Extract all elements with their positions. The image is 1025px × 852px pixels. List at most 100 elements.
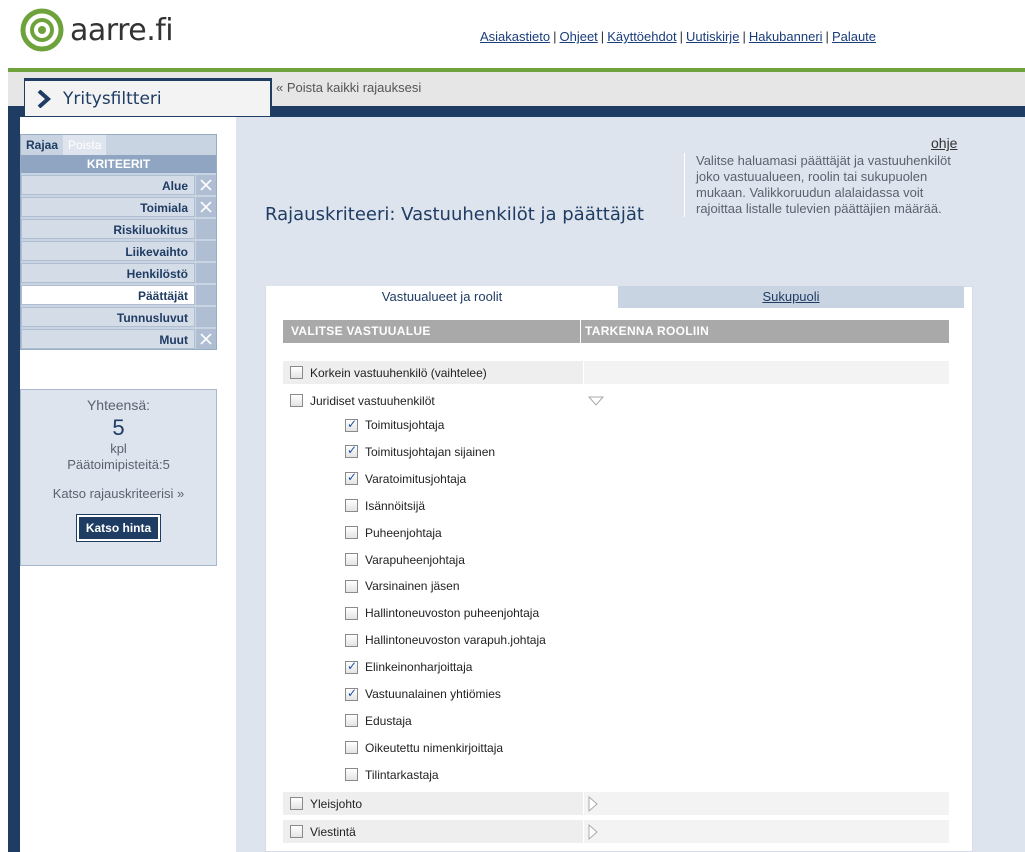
area-row: Korkein vastuuhenkilö (vaihtelee) [283,361,949,384]
area-row: Viestintä [283,820,949,843]
role-row: Isännöitsijä [345,496,425,516]
panel-tabs: Vastuualueet ja roolit Sukupuoli [266,286,964,308]
close-icon[interactable] [196,197,216,217]
sidebar-frame [8,117,20,852]
role-label: Varsinainen jäsen [365,579,460,594]
area-label: Juridiset vastuuhenkilöt [310,393,435,408]
criteria-item[interactable]: Alue [21,173,216,195]
tab-vastuualueet[interactable]: Vastuualueet ja roolit [266,286,618,308]
criteria-item-spacer [196,285,216,305]
link-kayttoehdot[interactable]: Käyttöehdot [607,29,676,44]
area-checkbox[interactable] [290,797,303,810]
role-label: Edustaja [365,713,412,728]
link-asiakastieto[interactable]: Asiakastieto [480,29,550,44]
role-checkbox[interactable] [345,659,358,674]
role-checkbox[interactable] [345,526,358,540]
criteria-item-label[interactable]: Riskiluokitus [21,219,195,239]
role-checkbox[interactable] [345,714,358,728]
criteria-item-spacer [196,263,216,283]
role-row: Elinkeinonharjoittaja [345,657,472,677]
col-role: TARKENNA ROOLIIN [585,324,710,338]
remove-all-filters-link[interactable]: « Poista kaikki rajauksesi [276,80,421,95]
role-checkbox[interactable] [345,499,358,513]
role-label: Hallintoneuvoston puheenjohtaja [365,606,540,621]
role-row: Toimitusjohtaja [345,415,444,435]
criteria-item-label[interactable]: Alue [21,175,195,195]
help-text: Valitse haluamasi päättäjät ja vastuuhen… [684,153,966,217]
help-link[interactable]: ohje [931,135,957,151]
role-label: Toimitusjohtajan sijainen [365,444,496,459]
role-label: Isännöitsijä [365,498,426,513]
hq-count: Päätoimipisteitä:5 [67,457,170,472]
criteria-item[interactable]: Muut [21,327,216,349]
expand-right-icon[interactable] [588,823,598,840]
tab-yritysfiltteri[interactable]: Yritysfiltteri [24,78,272,116]
tab-label: Yritysfiltteri [63,88,162,109]
expand-down-icon[interactable] [588,396,604,406]
role-checkbox[interactable] [345,443,358,459]
role-checkbox[interactable] [345,579,358,593]
role-row: Varapuheenjohtaja [345,550,465,570]
link-palaute[interactable]: Palaute [832,29,876,44]
criteria-item[interactable]: Liikevaihto [21,239,216,261]
criteria-item-label[interactable]: Henkilöstö [21,263,195,283]
criteria-item[interactable]: Riskiluokitus [21,217,216,239]
role-row: Varatoimitusjohtaja [345,469,466,489]
page-title: Rajauskriteeri: Vastuuhenkilöt ja päättä… [265,204,644,225]
role-checkbox[interactable] [345,553,358,566]
role-label: Vastuunalainen yhtiömies [365,687,501,701]
chevron-right-icon [37,89,52,108]
area-row: Juridiset vastuuhenkilöt [283,389,949,412]
criteria-item-label[interactable]: Muut [21,329,195,349]
role-row: Puheenjohtaja [345,523,442,543]
criteria-item-label[interactable]: Toimiala [21,197,195,217]
link-hakubanneri[interactable]: Hakubanneri [749,29,823,44]
area-label: Korkein vastuuhenkilö (vaihtelee) [310,365,487,380]
tab-rajaa[interactable]: Rajaa [21,135,64,155]
site-logo[interactable]: aarre.fi [20,6,174,54]
criteria-item-label[interactable]: Päättäjät [21,285,195,305]
link-uutiskirje[interactable]: Uutiskirje [686,29,739,44]
close-icon[interactable] [196,329,216,349]
criteria-item-label[interactable]: Tunnusluvut [21,307,195,327]
role-row: Tilintarkastaja [345,765,439,785]
criteria-item-spacer [196,307,216,327]
role-checkbox[interactable] [345,686,358,701]
results-summary: Yhteensä: 5 kpl Päätoimipisteitä:5 Katso… [20,389,217,566]
role-row: Oikeutettu nimenkirjoittaja [345,738,503,758]
brand-name: aarre.fi [70,12,174,48]
area-checkbox[interactable] [290,366,303,379]
role-checkbox[interactable] [345,633,358,647]
result-unit: kpl [110,441,127,456]
role-label: Puheenjohtaja [365,525,442,540]
link-ohjeet[interactable]: Ohjeet [559,29,597,44]
role-checkbox[interactable] [345,606,358,620]
criteria-box: Rajaa Poista KRITEERIT Alue Toimiala Riski… [20,134,217,350]
role-label: Hallintoneuvoston varapuh.johtaja [365,633,546,648]
role-checkbox[interactable] [345,470,358,486]
area-label: Viestintä [310,824,356,839]
tab-sukupuoli[interactable]: Sukupuoli [618,286,964,308]
criteria-heading: KRITEERIT [21,155,216,173]
criteria-item[interactable]: Päättäjät [21,283,216,305]
criteria-item[interactable]: Toimiala [21,195,216,217]
role-label: Varatoimitusjohtaja [365,471,467,486]
close-icon[interactable] [196,175,216,195]
col-area: VALITSE VASTUUALUE [283,320,581,343]
area-checkbox[interactable] [290,394,303,407]
expand-right-icon[interactable] [588,795,598,812]
criteria-item[interactable]: Tunnusluvut [21,305,216,327]
criteria-item[interactable]: Henkilöstö [21,261,216,283]
role-checkbox[interactable] [345,741,358,755]
area-checkbox[interactable] [290,825,303,838]
role-row: Hallintoneuvoston puheenjohtaja [345,603,539,623]
criteria-item-label[interactable]: Liikevaihto [21,241,195,261]
view-criteria-link[interactable]: Katso rajauskriteerisi » [21,486,216,501]
role-checkbox[interactable] [345,417,358,432]
view-price-button[interactable]: Katso hinta [75,514,162,542]
area-label: Yleisjohto [310,796,363,811]
criteria-item-spacer [196,219,216,239]
role-row: Vastuunalainen yhtiömies [345,684,501,704]
tab-poista[interactable]: Poista [63,135,107,155]
role-checkbox[interactable] [345,768,358,782]
